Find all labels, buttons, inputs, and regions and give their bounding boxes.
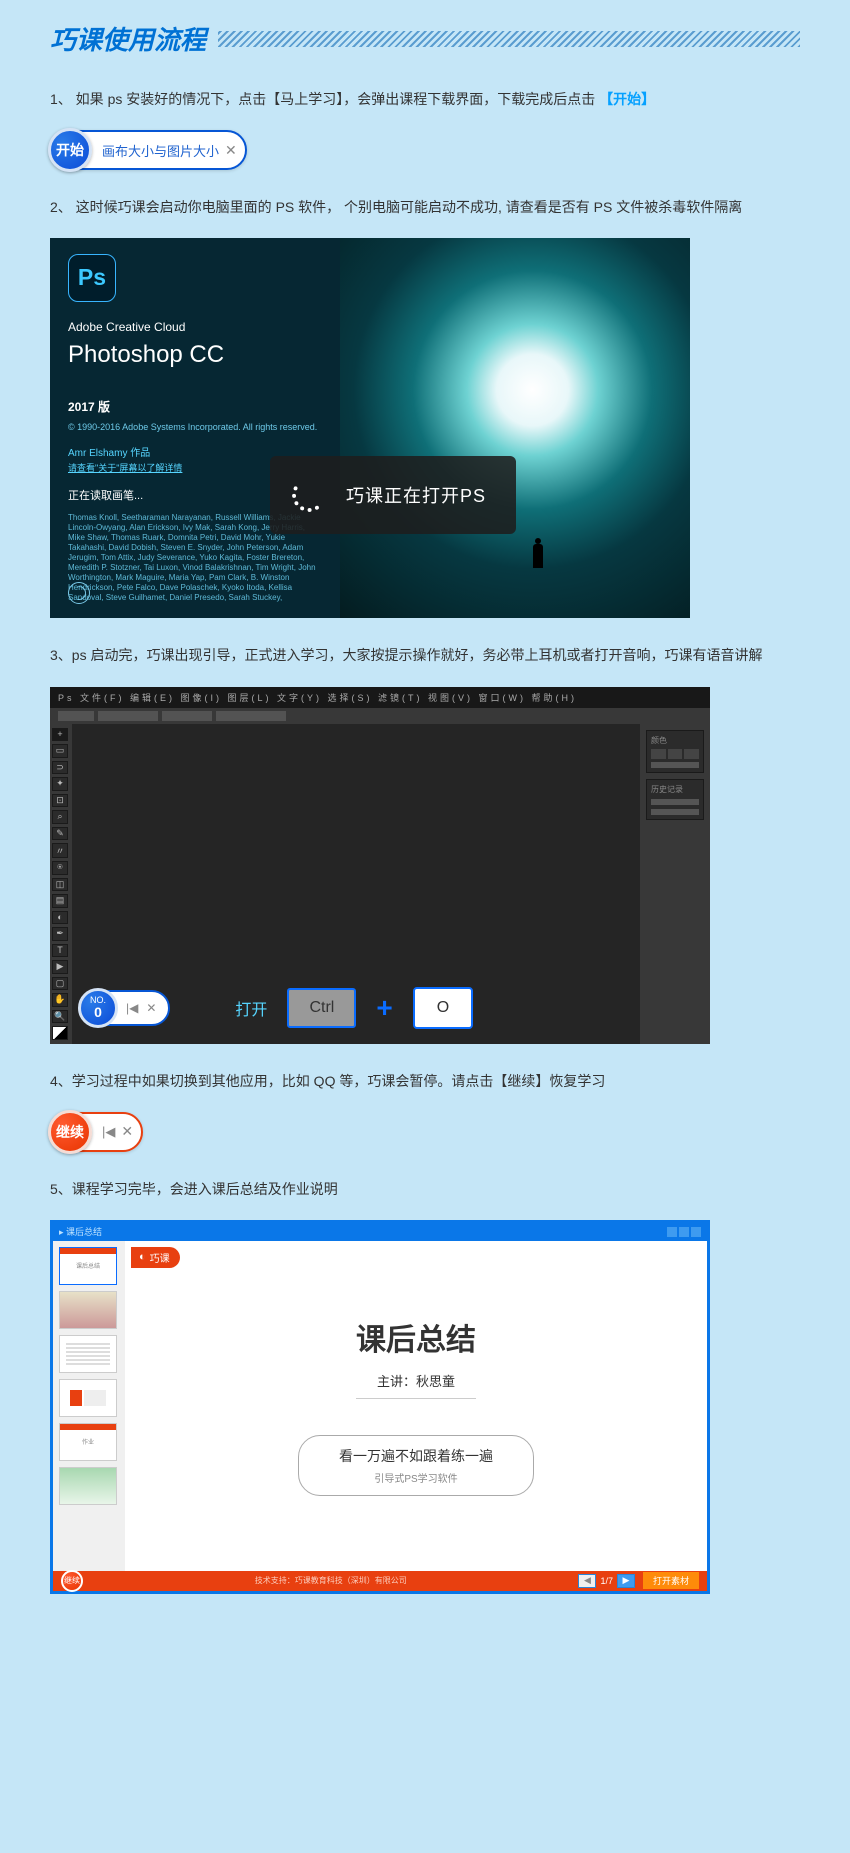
pen-tool-icon[interactable]: ✒ bbox=[52, 927, 68, 941]
eyedropper-tool-icon[interactable]: ⌕ bbox=[52, 810, 68, 824]
text-tool-icon[interactable]: T bbox=[52, 944, 68, 958]
splash-subtitle: Adobe Creative Cloud bbox=[68, 320, 322, 336]
splash-version: 2017 版 bbox=[68, 400, 322, 416]
slide-content: 巧课 课后总结 主讲：秋思童 看一万遍不如跟着练一遍 引导式PS学习软件 bbox=[125, 1241, 707, 1571]
maximize-icon[interactable] bbox=[679, 1227, 689, 1237]
step-1-body: 1、 如果 ps 安装好的情况下，点击【马上学习】，会弹出课程下载界面，下载完成… bbox=[50, 91, 595, 107]
slider[interactable] bbox=[651, 799, 699, 805]
wand-tool-icon[interactable]: ✦ bbox=[52, 777, 68, 791]
option-item[interactable] bbox=[98, 711, 158, 721]
ps-options-bar[interactable] bbox=[50, 708, 710, 724]
shape-tool-icon[interactable]: ▢ bbox=[52, 977, 68, 991]
continue-button[interactable]: 继续 bbox=[48, 1110, 92, 1154]
hand-tool-icon[interactable]: ✋ bbox=[52, 993, 68, 1007]
next-arrow-icon[interactable]: ▶ bbox=[617, 1574, 635, 1588]
key-o: O bbox=[413, 987, 473, 1029]
color-swatch-icon[interactable] bbox=[52, 1026, 68, 1040]
ps-tools-panel[interactable]: + ▭ ⊃ ✦ ⊡ ⌕ ✎ 〃 ⍟ ◫ ▤ ◐ ✒ T ▶ ▢ ✋ 🔍 bbox=[50, 724, 72, 1044]
start-pill-label: 画布大小与图片大小 bbox=[102, 141, 219, 160]
history-panel[interactable]: 历史记录 bbox=[646, 779, 704, 820]
slide-thumb[interactable] bbox=[59, 1379, 117, 1417]
page-title: 巧课使用流程 bbox=[50, 20, 206, 57]
move-tool-icon[interactable]: + bbox=[52, 728, 68, 742]
footer-copyright: 技术支持：巧课教育科技（深圳）有限公司 bbox=[255, 1575, 407, 1586]
window-title: ▸ 课后总结 bbox=[59, 1225, 102, 1238]
minimize-icon[interactable] bbox=[667, 1227, 677, 1237]
page-navigation[interactable]: ◀ 1/7 ▶ bbox=[578, 1574, 635, 1588]
key-ctrl: Ctrl bbox=[287, 988, 356, 1028]
step-number-badge: NO. 0 bbox=[78, 988, 118, 1028]
slide-thumb[interactable]: 课后总结 bbox=[59, 1247, 117, 1285]
splash-left-panel: Ps Adobe Creative Cloud Photoshop CC 201… bbox=[50, 238, 340, 618]
loading-overlay: 巧课正在打开PS bbox=[270, 456, 516, 534]
ps-menubar[interactable]: Ps 文件(F) 编辑(E) 图像(I) 图层(L) 文字(Y) 选择(S) 滤… bbox=[50, 687, 710, 708]
step-4-text: 4、学习过程中如果切换到其他应用，比如 QQ 等，巧课会暂停。请点击【继续】恢复… bbox=[50, 1069, 800, 1094]
action-label: 打开 bbox=[235, 996, 267, 1020]
slide-speaker: 主讲：秋思童 bbox=[356, 1371, 476, 1399]
step-3-text: 3、ps 启动完，巧课出现引导，正式进入学习，大家按提示操作就好，务必带上耳机或… bbox=[50, 643, 800, 668]
tutorial-overlay: NO. 0 |◀ ✕ 打开 Ctrl + O bbox=[80, 987, 680, 1029]
slide-thumb[interactable]: 作业 bbox=[59, 1423, 117, 1461]
close-icon[interactable] bbox=[691, 1227, 701, 1237]
open-material-button[interactable]: 打开素材 bbox=[643, 1572, 699, 1589]
marquee-tool-icon[interactable]: ▭ bbox=[52, 744, 68, 758]
blur-tool-icon[interactable]: ◐ bbox=[52, 911, 68, 925]
splash-artwork bbox=[340, 238, 690, 618]
summary-window: ▸ 课后总结 课后总结 作业 巧课 课后总结 主讲：秋思童 看一万遍不如跟着练一… bbox=[50, 1220, 710, 1594]
title-decoration bbox=[218, 31, 800, 47]
motto-line-2: 引导式PS学习软件 bbox=[339, 1470, 493, 1485]
step-1-text: 1、 如果 ps 安装好的情况下，点击【马上学习】，会弹出课程下载界面，下载完成… bbox=[50, 87, 800, 112]
prev-arrow-icon[interactable]: ◀ bbox=[578, 1574, 596, 1588]
person-silhouette-icon bbox=[533, 544, 543, 568]
splash-product-name: Photoshop CC bbox=[68, 339, 322, 370]
step-5-text: 5、课程学习完毕，会进入课后总结及作业说明 bbox=[50, 1177, 800, 1202]
slide-motto: 看一万遍不如跟着练一遍 引导式PS学习软件 bbox=[298, 1435, 534, 1496]
option-item[interactable] bbox=[58, 711, 94, 721]
page-indicator: 1/7 bbox=[600, 1576, 613, 1586]
path-tool-icon[interactable]: ▶ bbox=[52, 960, 68, 974]
step-number-pill[interactable]: NO. 0 |◀ ✕ bbox=[80, 990, 170, 1026]
prev-icon[interactable]: |◀ bbox=[126, 1001, 138, 1015]
photoshop-ui: Ps 文件(F) 编辑(E) 图像(I) 图层(L) 文字(Y) 选择(S) 滤… bbox=[50, 687, 710, 1044]
window-titlebar[interactable]: ▸ 课后总结 bbox=[53, 1223, 707, 1241]
slide-thumb[interactable] bbox=[59, 1291, 117, 1329]
eraser-tool-icon[interactable]: ◫ bbox=[52, 878, 68, 892]
step-2-text: 2、 这时候巧课会启动你电脑里面的 PS 软件， 个别电脑可能启动不成功, 请查… bbox=[50, 195, 800, 220]
brush-tool-icon[interactable]: 〃 bbox=[52, 843, 68, 858]
photoshop-logo-icon: Ps bbox=[68, 254, 116, 302]
motto-line-1: 看一万遍不如跟着练一遍 bbox=[339, 1446, 493, 1466]
qiaoke-logo: 巧课 bbox=[131, 1247, 180, 1268]
crop-tool-icon[interactable]: ⊡ bbox=[52, 794, 68, 808]
splash-copyright: © 1990-2016 Adobe Systems Incorporated. … bbox=[68, 422, 322, 434]
slider[interactable] bbox=[651, 762, 699, 768]
step-1-link: 【开始】 bbox=[599, 91, 655, 107]
close-icon[interactable]: ✕ bbox=[225, 142, 237, 159]
gradient-tool-icon[interactable]: ▤ bbox=[52, 894, 68, 908]
slide-thumb[interactable] bbox=[59, 1467, 117, 1505]
slide-thumb[interactable] bbox=[59, 1335, 117, 1373]
slide-title: 课后总结 bbox=[356, 1315, 476, 1359]
option-item[interactable] bbox=[162, 711, 212, 721]
spinner-icon bbox=[292, 478, 326, 512]
photoshop-splash: Ps Adobe Creative Cloud Photoshop CC 201… bbox=[50, 238, 690, 618]
start-button[interactable]: 开始 bbox=[48, 128, 92, 172]
close-icon[interactable]: ✕ bbox=[121, 1123, 133, 1140]
loading-text: 巧课正在打开PS bbox=[346, 482, 486, 508]
slider[interactable] bbox=[651, 809, 699, 815]
plus-icon: + bbox=[376, 992, 392, 1024]
start-pill[interactable]: 开始 画布大小与图片大小 ✕ bbox=[50, 130, 247, 170]
prev-icon[interactable]: |◀ bbox=[102, 1124, 115, 1140]
stamp-tool-icon[interactable]: ⍟ bbox=[52, 861, 68, 875]
option-item[interactable] bbox=[216, 711, 286, 721]
lasso-tool-icon[interactable]: ⊃ bbox=[52, 761, 68, 775]
continue-pill[interactable]: 继续 |◀ ✕ bbox=[50, 1112, 143, 1152]
slide-thumbnails[interactable]: 课后总结 作业 bbox=[53, 1241, 125, 1571]
zoom-tool-icon[interactable]: 🔍 bbox=[52, 1010, 68, 1024]
color-panel[interactable]: 颜色 bbox=[646, 730, 704, 773]
close-icon[interactable]: ✕ bbox=[146, 1001, 156, 1015]
heal-tool-icon[interactable]: ✎ bbox=[52, 827, 68, 841]
summary-footer: 继续 技术支持：巧课教育科技（深圳）有限公司 ◀ 1/7 ▶ 打开素材 bbox=[53, 1571, 707, 1591]
footer-continue-button[interactable]: 继续 bbox=[61, 1570, 83, 1592]
